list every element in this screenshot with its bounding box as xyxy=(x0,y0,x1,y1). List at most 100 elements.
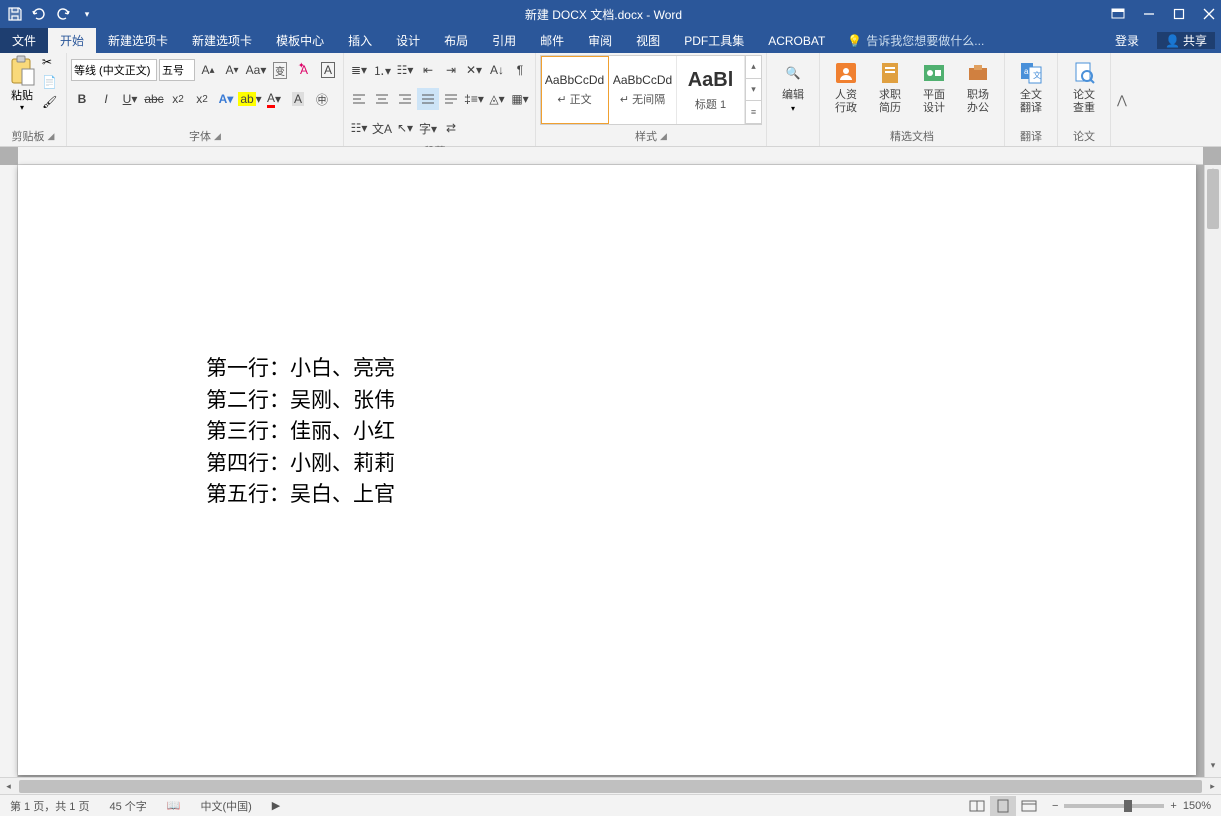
tab-references[interactable]: 引用 xyxy=(480,28,528,53)
translate-button[interactable]: a文全文 翻译 xyxy=(1009,55,1053,119)
change-case-icon[interactable]: Aa▾ xyxy=(245,59,267,81)
clear-format-icon[interactable]: A✦ xyxy=(293,59,315,81)
macro-icon[interactable]: ▶ xyxy=(262,799,290,812)
hr-docs-button[interactable]: 人资 行政 xyxy=(824,55,868,119)
show-marks-icon[interactable]: ¶ xyxy=(509,59,531,81)
gallery-down-icon[interactable]: ▾ xyxy=(746,79,761,102)
asian-layout-icon[interactable]: ✕▾ xyxy=(463,59,485,81)
tell-me[interactable]: 💡 告诉我您想要做什么... xyxy=(837,28,1103,53)
web-layout-icon[interactable] xyxy=(1016,796,1042,816)
char-scaling-icon[interactable]: 字▾ xyxy=(417,117,439,139)
redo-icon[interactable] xyxy=(54,5,72,23)
font-launcher-icon[interactable]: ◢ xyxy=(214,131,221,142)
tab-file[interactable]: 文件 xyxy=(0,28,48,53)
tab-layout[interactable]: 布局 xyxy=(432,28,480,53)
undo-icon[interactable] xyxy=(30,5,48,23)
styles-launcher-icon[interactable]: ◢ xyxy=(660,131,667,142)
vertical-ruler[interactable] xyxy=(0,165,18,777)
paste-button[interactable]: 粘贴 ▾ xyxy=(4,55,40,112)
tab-newtab1[interactable]: 新建选项卡 xyxy=(96,28,180,53)
scroll-right-icon[interactable]: ▸ xyxy=(1204,781,1221,792)
tab-view[interactable]: 视图 xyxy=(624,28,672,53)
thesis-check-button[interactable]: 论文 查重 xyxy=(1062,55,1106,119)
print-layout-icon[interactable] xyxy=(990,796,1016,816)
maximize-icon[interactable] xyxy=(1173,8,1185,20)
shading-icon[interactable]: ◬▾ xyxy=(486,88,508,110)
zoom-out-icon[interactable]: − xyxy=(1052,800,1058,812)
numbering-icon[interactable]: ⒈▾ xyxy=(371,59,393,81)
shrink-font-icon[interactable]: A▾ xyxy=(221,59,243,81)
minimize-icon[interactable] xyxy=(1143,8,1155,20)
font-size-select[interactable] xyxy=(159,59,195,81)
scroll-left-icon[interactable]: ◂ xyxy=(0,781,17,792)
vscroll-thumb[interactable] xyxy=(1207,169,1219,229)
language-status[interactable]: 中文(中国) xyxy=(190,798,261,814)
document-page[interactable]: 第一行：小白、亮亮 第二行：吴刚、张伟 第三行：佳丽、小红 第四行：小刚、莉莉 … xyxy=(18,165,1196,775)
clipboard-launcher-icon[interactable]: ◢ xyxy=(48,131,55,142)
style-heading1[interactable]: AaBl 标题 1 xyxy=(677,56,745,124)
copy-icon[interactable]: 📄 xyxy=(42,75,62,93)
horizontal-ruler[interactable] xyxy=(18,147,1203,165)
multilevel-icon[interactable]: ☷▾ xyxy=(394,59,416,81)
decrease-indent-icon[interactable]: ⇤ xyxy=(417,59,439,81)
phonetic-guide-icon[interactable]: 变 xyxy=(269,59,291,81)
font-name-select[interactable] xyxy=(71,59,157,81)
tab-review[interactable]: 审阅 xyxy=(576,28,624,53)
text-direction-icon[interactable]: 文A xyxy=(371,117,393,139)
editing-button[interactable]: 🔍 编辑 ▾ xyxy=(771,55,815,117)
character-shading-icon[interactable]: A xyxy=(287,88,309,110)
align-left-icon[interactable] xyxy=(348,88,370,110)
text-effects-icon[interactable]: A▾ xyxy=(215,88,237,110)
zoom-in-icon[interactable]: + xyxy=(1170,800,1176,812)
tab-pdf[interactable]: PDF工具集 xyxy=(672,28,756,53)
hscroll-thumb[interactable] xyxy=(19,780,1202,793)
tab-settings-icon[interactable]: ⇄ xyxy=(440,117,462,139)
login-link[interactable]: 登录 xyxy=(1103,32,1151,49)
document-content[interactable]: 第一行：小白、亮亮 第二行：吴刚、张伟 第三行：佳丽、小红 第四行：小刚、莉莉 … xyxy=(206,353,395,511)
scroll-down-icon[interactable]: ▾ xyxy=(1205,760,1221,777)
format-painter-icon[interactable]: 🖌 xyxy=(42,95,62,113)
office-button[interactable]: 职场 办公 xyxy=(956,55,1000,119)
tab-mailings[interactable]: 邮件 xyxy=(528,28,576,53)
design-button[interactable]: 平面 设计 xyxy=(912,55,956,119)
underline-button[interactable]: U▾ xyxy=(119,88,141,110)
bullets-icon[interactable]: ≣▾ xyxy=(348,59,370,81)
character-border-icon[interactable]: A xyxy=(317,59,339,81)
style-normal[interactable]: AaBbCcDd ↵ 正文 xyxy=(541,56,609,124)
font-color-icon[interactable]: A▾ xyxy=(263,88,285,110)
highlight-icon[interactable]: ab▾ xyxy=(239,88,261,110)
tab-templates[interactable]: 模板中心 xyxy=(264,28,336,53)
gallery-more-icon[interactable]: ≡ xyxy=(746,101,761,124)
collapse-ribbon-icon[interactable]: ⋀ xyxy=(1111,53,1133,146)
tab-design[interactable]: 设计 xyxy=(384,28,432,53)
gallery-up-icon[interactable]: ▴ xyxy=(746,56,761,79)
zoom-knob[interactable] xyxy=(1124,800,1132,812)
close-icon[interactable] xyxy=(1203,8,1215,20)
subscript-button[interactable]: x2 xyxy=(167,88,189,110)
bold-button[interactable]: B xyxy=(71,88,93,110)
tab-acrobat[interactable]: ACROBAT xyxy=(756,28,837,53)
enclose-char-icon[interactable]: ㊥ xyxy=(311,88,333,110)
share-button[interactable]: 👤 共享 xyxy=(1157,32,1215,49)
resume-button[interactable]: 求职 简历 xyxy=(868,55,912,119)
ribbon-options-icon[interactable] xyxy=(1111,7,1125,21)
italic-button[interactable]: I xyxy=(95,88,117,110)
tab-insert[interactable]: 插入 xyxy=(336,28,384,53)
grow-font-icon[interactable]: A▴ xyxy=(197,59,219,81)
justify-icon[interactable] xyxy=(417,88,439,110)
vertical-scrollbar[interactable]: ▴ ▾ xyxy=(1204,165,1221,777)
horizontal-scrollbar[interactable]: ◂ ▸ xyxy=(0,777,1221,794)
zoom-slider[interactable] xyxy=(1064,804,1164,808)
read-mode-icon[interactable] xyxy=(964,796,990,816)
align-right-icon[interactable] xyxy=(394,88,416,110)
word-count[interactable]: 45 个字 xyxy=(99,798,156,814)
borders-icon[interactable]: ▦▾ xyxy=(509,88,531,110)
increase-indent-icon[interactable]: ⇥ xyxy=(440,59,462,81)
line-spacing-icon[interactable]: ‡≡▾ xyxy=(463,88,485,110)
distribute-icon[interactable] xyxy=(440,88,462,110)
zoom-level[interactable]: 150% xyxy=(1183,800,1211,812)
superscript-button[interactable]: x2 xyxy=(191,88,213,110)
tab-newtab2[interactable]: 新建选项卡 xyxy=(180,28,264,53)
cut-icon[interactable]: ✂ xyxy=(42,55,62,73)
tab-home[interactable]: 开始 xyxy=(48,28,96,53)
